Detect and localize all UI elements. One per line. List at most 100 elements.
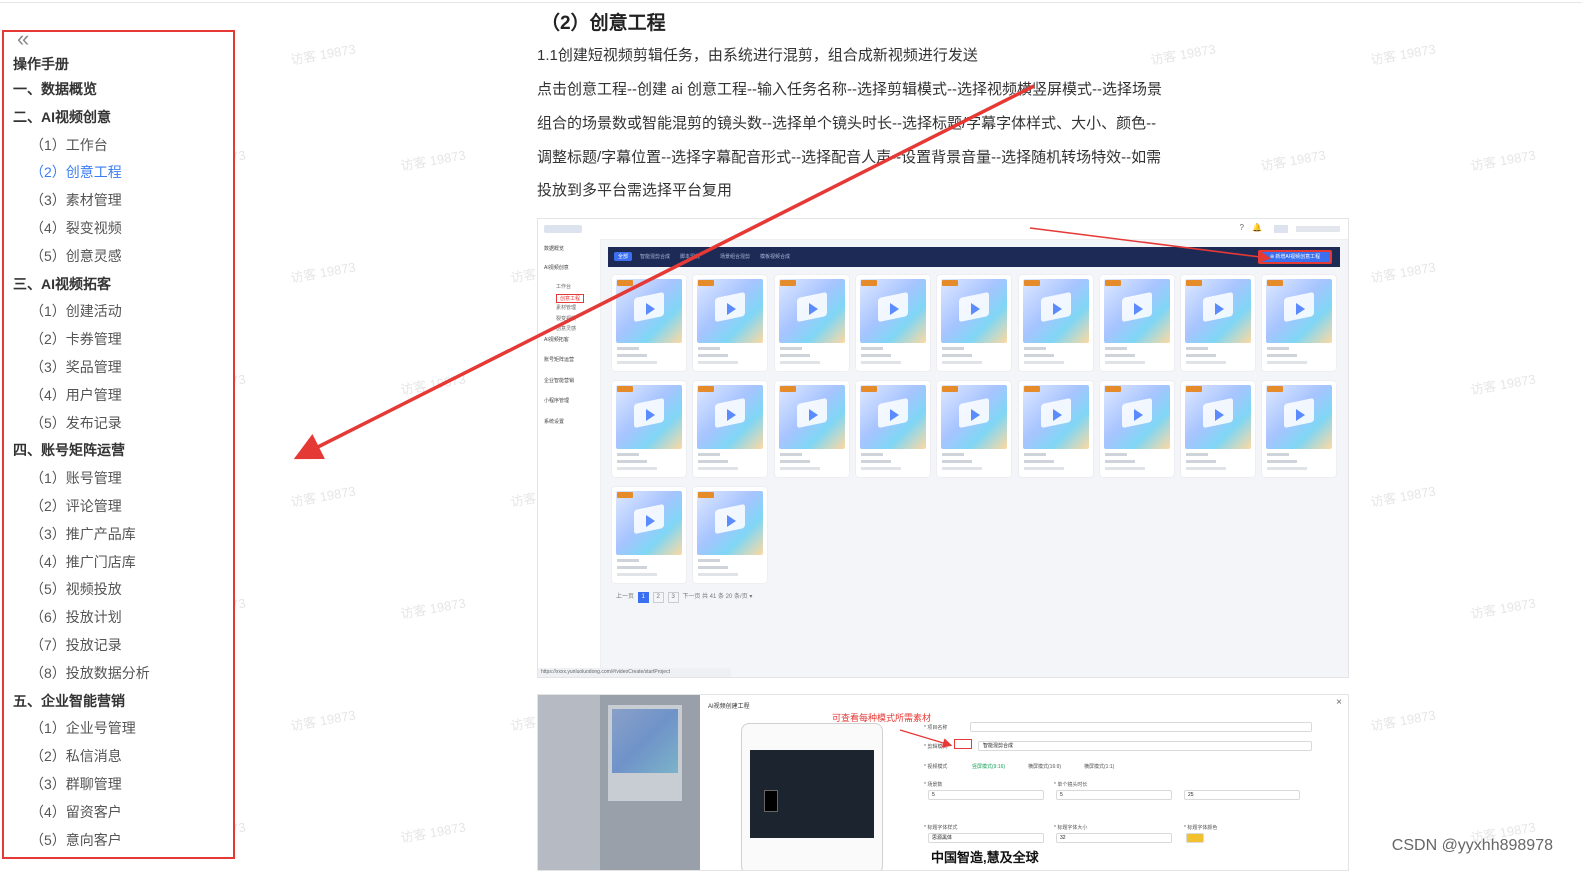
toc-item[interactable]: （4）推广门店库 (4, 549, 233, 577)
app-menu-item: 素材管理 (556, 305, 577, 311)
watermark-text: 访客 19873 (289, 259, 357, 286)
project-card (1018, 381, 1093, 477)
toc-item[interactable]: （5）视频投放 (4, 576, 233, 604)
toc-item[interactable]: （3）素材管理 (4, 187, 233, 215)
pager-element: 下一页 共 41 条 20 条/页 ▾ (680, 594, 753, 600)
scene-count-input: 5 (928, 790, 1044, 800)
article-paragraph: 调整标题/字幕位置--选择字幕配音形式--选择配音人声--设置背景音量--选择随… (537, 149, 1162, 166)
watermark-text: 访客 19873 (289, 483, 357, 510)
toc-item[interactable]: （4）用户管理 (4, 382, 233, 410)
pagination: 上一页 123 下一页 共 41 条 20 条/页 ▾ (616, 591, 752, 603)
form-label: * 视频模式 (924, 764, 948, 770)
watermark-text: 访客 19873 (399, 371, 467, 398)
toc-item[interactable]: （3）奖品管理 (4, 354, 233, 382)
create-project-button: ⊕ 新增AI视频创意工程 (1258, 250, 1332, 264)
project-card (612, 381, 686, 477)
watermark-text: 访客 19873 (1469, 147, 1537, 174)
app-filter-tab: 场景组合混剪 (720, 254, 751, 260)
form-label: * 单个镜头时长 (1054, 782, 1088, 788)
app-filter-tab: 模板视频合成 (760, 254, 791, 260)
project-card (693, 487, 768, 583)
toc-item[interactable]: （5）意向客户 (4, 827, 233, 855)
toc-item[interactable]: （4）留资客户 (4, 799, 233, 827)
app-filter-banner: ⊕ 新增AI视频创意工程 全部 智能混剪合成 脚本混剪 场景组合混剪 模板视频合成 (608, 247, 1340, 267)
form-label: * 场景数 (924, 782, 943, 788)
watermark-text: 访客 19873 (399, 147, 467, 174)
form-label: * 剪辑模式 (924, 744, 948, 750)
app-menu-item: 账号矩阵运营 (544, 357, 575, 363)
toc-item[interactable]: （2）评论管理 (4, 493, 233, 521)
dimmed-sidebar (538, 695, 600, 870)
app-header: ? 🔔 (538, 219, 1348, 240)
toc-item[interactable]: （4）裂变视频 (4, 215, 233, 243)
app-menu-item: 裂变视频 (556, 315, 577, 322)
project-card (693, 275, 768, 371)
article-paragraph: 组合的场景数或智能混剪的镜头数--选择单个镜头时长--选择标题/字幕字体样式、大… (537, 115, 1157, 132)
radio-option: 竖屏模式(9:16) (972, 764, 1006, 770)
toc-sidebar: « 操作手册 一、数据概览 二、AI视频创意 （1）工作台 （2）创意工程 （3）素材管… (2, 30, 235, 859)
toc-item[interactable]: （2）创意工程 (4, 159, 233, 187)
toc-item[interactable]: （1）工作台 (4, 132, 233, 160)
toc-item[interactable]: （1）企业号管理 (4, 715, 233, 743)
toc-item[interactable]: （5）创意灵感 (4, 243, 233, 271)
project-card (693, 381, 768, 477)
watermark-text: 访客 19873 (1369, 707, 1437, 734)
project-card (937, 275, 1012, 371)
article-paragraph: 1.1创建短视频剪辑任务，由系统进行混剪，组合成新视频进行发送 (537, 47, 978, 64)
watermark-text: 访客 19873 (1259, 147, 1327, 174)
project-name-input (970, 722, 1312, 732)
project-card (1181, 275, 1256, 371)
watermark-text: 访客 19873 (289, 41, 357, 68)
toc-item[interactable]: （5）发布记录 (4, 410, 233, 438)
radio-option: 横屏模式(16:9) (1028, 764, 1062, 770)
watermark-text: 访客 19873 (1369, 259, 1437, 286)
app-filter-tab: 智能混剪合成 (640, 254, 671, 260)
app-menu-item: 小程序管理 (544, 398, 570, 404)
section-heading: （2）创意工程 (541, 13, 666, 34)
shot-duration-input: 5 (1056, 790, 1172, 800)
user-name (1296, 226, 1340, 232)
volume-input: 25 (1184, 790, 1300, 800)
dialog-title: AI视频创建工程 (708, 704, 750, 710)
toc-item[interactable]: （2）卡券管理 (4, 326, 233, 354)
toc-section[interactable]: 二、AI视频创意 (4, 104, 233, 132)
app-menu-item: AI视频创意 (544, 265, 569, 271)
app-menu-item: 数据概览 (544, 246, 565, 252)
app-menu-item: 创意灵感 (556, 326, 577, 332)
project-card (855, 381, 930, 477)
watermark-text: 访客 19873 (1149, 41, 1217, 68)
toc-section[interactable]: 三、AI视频拓客 (4, 271, 233, 299)
project-card (612, 487, 686, 583)
toc-item[interactable]: （2）私信消息 (4, 743, 233, 771)
app-logo (544, 225, 582, 233)
top-divider (0, 2, 1582, 3)
toc-item[interactable]: （1）账号管理 (4, 465, 233, 493)
toc-item[interactable]: （3）群聊管理 (4, 771, 233, 799)
toc-section[interactable]: 一、数据概览 (4, 76, 233, 104)
app-filter-tab: 全部 (614, 252, 633, 261)
dimmed-card (608, 705, 682, 801)
project-card (774, 381, 849, 477)
app-menu-item: 创意工程 (556, 293, 585, 303)
toc-item[interactable]: （3）推广产品库 (4, 521, 233, 549)
project-card (1262, 275, 1337, 371)
help-icon (954, 739, 972, 749)
toc-item[interactable]: （8）投放数据分析 (4, 660, 233, 688)
collapse-icon[interactable]: « (17, 32, 29, 52)
preview-slogan: 中国智造,慧及全球 (931, 850, 1039, 865)
toc-item[interactable]: （6）投放计划 (4, 604, 233, 632)
toc-item[interactable]: （7）投放记录 (4, 632, 233, 660)
pager-element: 上一页 (616, 594, 636, 600)
article-paragraph: 点击创意工程--创建 ai 创意工程--输入任务名称--选择剪辑模式--选择视频… (537, 81, 1162, 98)
toc-item[interactable]: （1）创建活动 (4, 298, 233, 326)
app-menu-item: AI视频拓客 (544, 336, 569, 343)
form-label: * 标题字体样式 (924, 825, 958, 831)
radio-option: 横屏模式(1:1) (1084, 764, 1115, 770)
pager-element: 3 (667, 592, 679, 603)
font-style-select: 思源黑体 (928, 833, 1044, 843)
toc-section[interactable]: 四、账号矩阵运营 (4, 437, 233, 465)
watermark-text: 访客 19873 (399, 819, 467, 846)
watermark-text: 访客 19873 (1369, 483, 1437, 510)
watermark-text: 访客 19873 (289, 707, 357, 734)
toc-section[interactable]: 五、企业智能营销 (4, 688, 233, 716)
